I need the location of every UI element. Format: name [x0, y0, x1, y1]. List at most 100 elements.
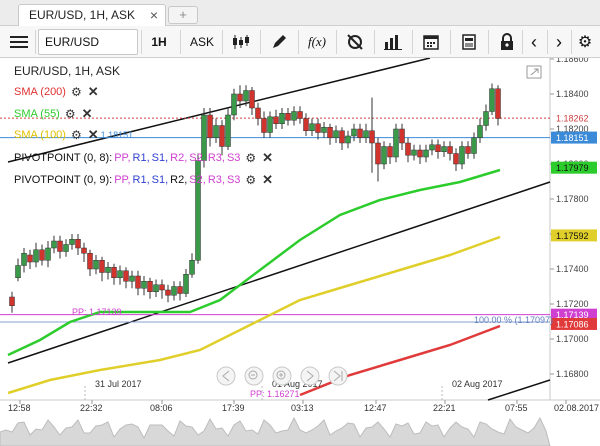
candle-body	[333, 130, 339, 138]
template-button[interactable]	[454, 29, 484, 55]
tag-sma200: 1.17086	[556, 319, 589, 329]
lock-button[interactable]	[492, 29, 522, 55]
candle-body	[27, 254, 33, 263]
sma200-label: SMA (200)	[14, 86, 66, 98]
candle-body	[249, 90, 255, 109]
navigation-controls	[216, 366, 348, 386]
close-icon[interactable]: ✕	[262, 150, 273, 166]
candle-body	[291, 111, 297, 121]
tab-bar: EUR/USD, 1H, ASK × +	[0, 0, 600, 26]
candle-body	[183, 274, 189, 294]
price-axis: 1.186001.184001.182001.180001.178001.176…	[550, 54, 589, 379]
candle-body	[261, 118, 267, 133]
magnet-icon	[347, 34, 363, 50]
candle-body	[153, 284, 159, 292]
candle-body	[237, 93, 243, 102]
chevron-left-icon: ‹	[531, 31, 537, 52]
candle-body	[111, 267, 117, 278]
gear-icon[interactable]: ⚙	[71, 85, 82, 99]
candle-body	[117, 270, 123, 278]
objects-button[interactable]	[340, 29, 370, 55]
candle-body	[441, 146, 447, 152]
zoom-out-button[interactable]	[244, 366, 264, 386]
chevron-right-icon: ›	[556, 31, 562, 52]
volume-button[interactable]	[378, 29, 408, 55]
indicators-button[interactable]: f(x)	[302, 29, 332, 55]
candle-body	[231, 93, 237, 116]
calendar-button[interactable]	[416, 29, 446, 55]
menu-button[interactable]	[6, 29, 32, 55]
close-icon[interactable]: ✕	[82, 106, 93, 122]
tag-sma55: 1.17979	[556, 163, 589, 173]
legend-sma100[interactable]: SMA (100) ⚙ ✕ 1.18151	[14, 127, 133, 143]
instrument-selector[interactable]: EUR/USD	[38, 29, 138, 55]
candle-body	[189, 260, 195, 275]
nav-scroll-left-button[interactable]	[216, 366, 236, 386]
gear-icon[interactable]: ⚙	[245, 173, 256, 187]
gear-icon[interactable]: ⚙	[65, 107, 76, 121]
legend-sma200[interactable]: SMA (200) ⚙ ✕	[14, 84, 99, 100]
legend-pivot-9[interactable]: PIVOTPOINT (0, 9): PP, R1, S1, R2, S2, R…	[14, 172, 273, 188]
pivot9-s2: S2,	[189, 174, 206, 186]
moving-averages	[7, 168, 501, 397]
maximize-icon[interactable]	[526, 65, 542, 79]
candle-body	[393, 128, 399, 158]
chart-area[interactable]: 1.186001.184001.182001.180001.178001.176…	[0, 54, 600, 446]
fib-line-label: 100.00 % (1.17097)	[474, 315, 553, 325]
time-label: 22:21	[433, 403, 456, 413]
pivot8-r1: R1,	[132, 152, 150, 164]
candle-body	[81, 247, 87, 254]
gear-icon[interactable]: ⚙	[71, 128, 82, 142]
pivot9-r1: R1,	[132, 174, 150, 186]
candle-body	[129, 275, 135, 282]
nav-end-button[interactable]	[328, 366, 348, 386]
close-icon[interactable]: ✕	[88, 127, 99, 143]
sma55-label: SMA (55)	[14, 108, 60, 120]
candle-body	[297, 111, 303, 119]
close-icon[interactable]: ✕	[262, 172, 273, 188]
time-axis: 12:58 22:32 08:06 17:39 03:13 12:47 22:21 07:55…	[8, 379, 599, 413]
scroll-right-button[interactable]: ›	[548, 29, 570, 55]
side-value: ASK	[189, 35, 214, 49]
candle-body	[465, 146, 471, 154]
period-selector[interactable]: 1H	[144, 29, 174, 55]
candle-body	[435, 144, 441, 152]
pivot8-pp: PP,	[114, 152, 131, 164]
candle-body	[279, 113, 285, 124]
drawing-tools-button[interactable]	[264, 29, 294, 55]
settings-button[interactable]: ⚙	[572, 29, 598, 55]
candle-body	[123, 270, 129, 282]
candle-body	[477, 125, 483, 138]
legend-sma55[interactable]: SMA (55) ⚙ ✕	[14, 106, 93, 122]
pivot8-label: PIVOTPOINT (0, 8):	[14, 152, 113, 164]
tag-sma100: 1.17592	[556, 231, 589, 241]
candle-body	[39, 249, 45, 261]
tab-eurusd[interactable]: EUR/USD, 1H, ASK ×	[18, 4, 166, 26]
nav-scroll-right-button[interactable]	[300, 366, 320, 386]
candle-body	[357, 128, 363, 138]
close-icon[interactable]: ✕	[88, 84, 99, 100]
candle-body	[405, 142, 411, 156]
candle-body	[423, 149, 429, 158]
time-label: 12:47	[364, 403, 387, 413]
close-icon[interactable]: ×	[150, 7, 158, 23]
toolbar: EUR/USD 1H ASK f(x) ‹ › ⚙	[0, 26, 600, 58]
price-label: 1.18600	[556, 58, 589, 64]
scroll-left-button[interactable]: ‹	[522, 29, 546, 55]
candle-body	[21, 253, 27, 266]
price-label: 1.18400	[556, 89, 589, 99]
side-selector[interactable]: ASK	[184, 29, 220, 55]
candle-body	[345, 135, 351, 144]
legend-pivot-8[interactable]: PIVOTPOINT (0, 8): PP, R1, S1, R2, S2, R…	[14, 150, 273, 166]
date-label: 31 Jul 2017	[95, 379, 142, 389]
zoom-in-button[interactable]	[272, 366, 292, 386]
candle-body	[219, 125, 225, 147]
candle-body	[387, 146, 393, 158]
new-tab-button[interactable]: +	[168, 6, 198, 24]
pp-line-label: PP: 1.17139	[72, 307, 122, 317]
pivot8-s1: S1,	[151, 152, 169, 164]
chart-type-button[interactable]	[226, 29, 256, 55]
gear-icon[interactable]: ⚙	[245, 151, 256, 165]
time-label: 22:32	[80, 403, 103, 413]
tab-label: EUR/USD, 1H, ASK	[29, 8, 136, 22]
